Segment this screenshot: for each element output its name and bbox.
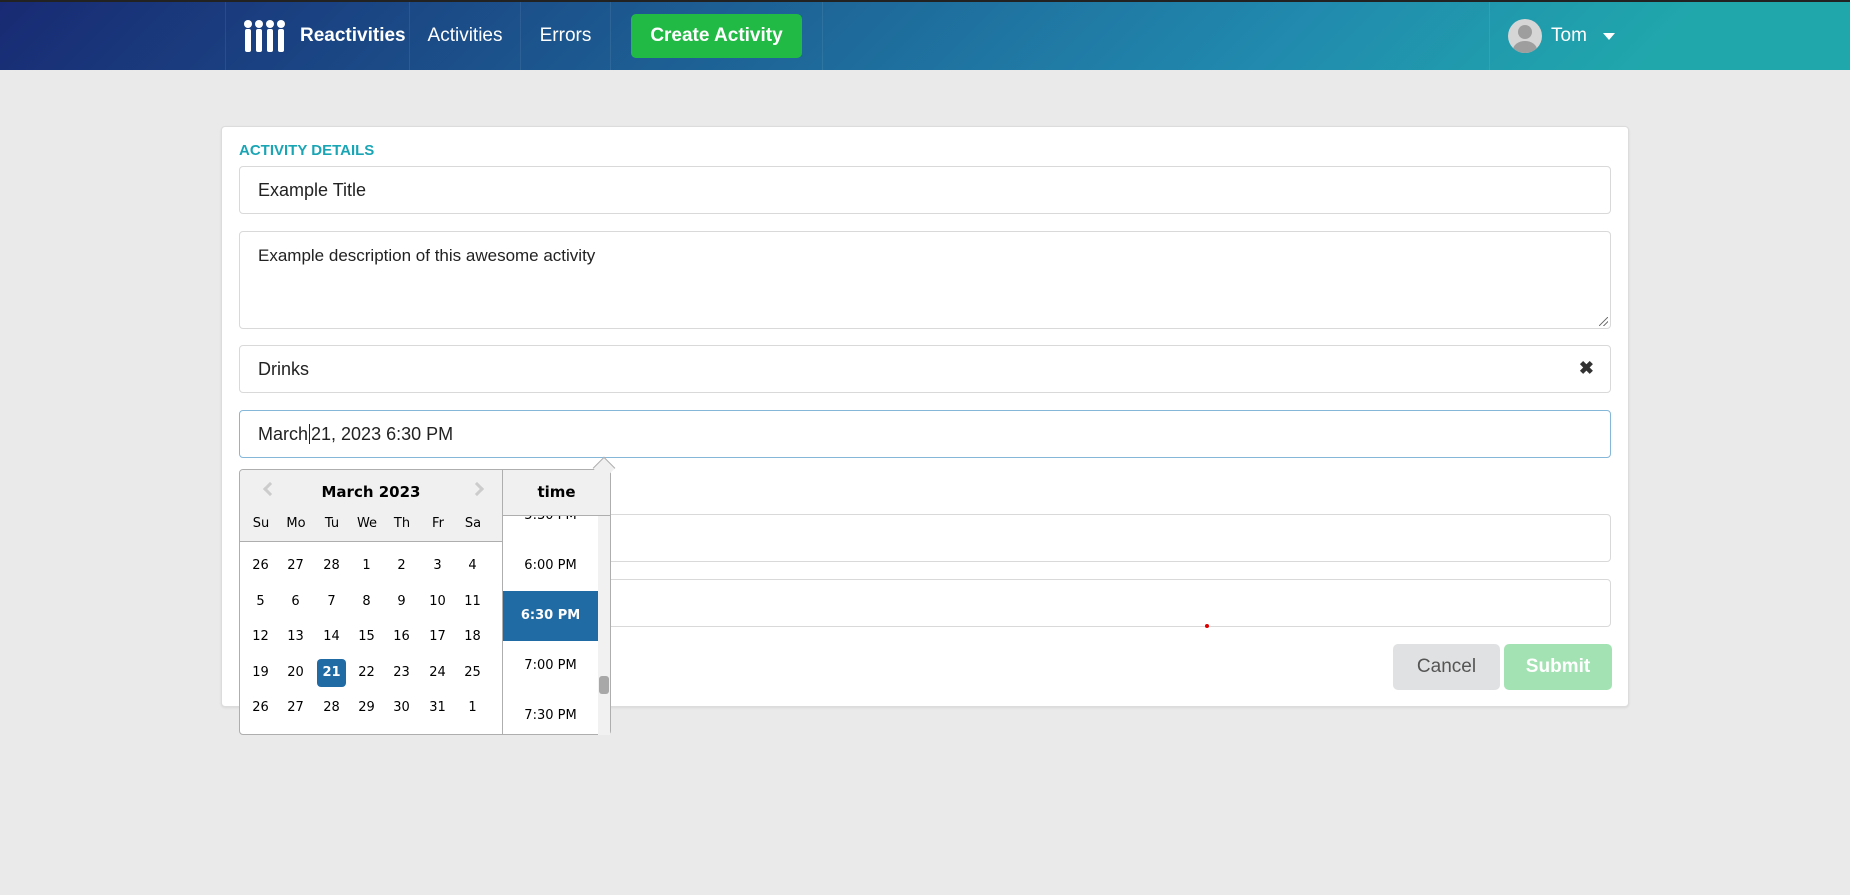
date-text-end: 21, 2023 6:30 PM [311, 423, 454, 444]
user-name: Tom [1551, 25, 1587, 46]
time-option[interactable]: 7:30 PM [503, 691, 598, 735]
calendar-day[interactable]: 13 [281, 623, 310, 651]
calendar-day[interactable]: 14 [317, 623, 346, 651]
calendar-day-selected[interactable]: 21 [317, 659, 346, 687]
brand-name: Reactivities [300, 25, 406, 46]
calendar-day[interactable]: 10 [423, 588, 452, 616]
clear-icon[interactable]: ✖ [1579, 358, 1594, 379]
top-navbar: Reactivities Activities Errors Create Ac… [0, 0, 1850, 70]
avatar [1508, 19, 1542, 53]
time-option[interactable]: 7:00 PM [503, 641, 598, 691]
calendar-day[interactable]: 25 [458, 659, 487, 687]
time-option[interactable]: 5:30 PM [503, 516, 598, 541]
calendar-day[interactable]: 28 [317, 694, 346, 722]
weekday-label: Th [393, 516, 411, 531]
calendar-day[interactable]: 8 [352, 588, 381, 616]
weekday-label: Fr [432, 516, 444, 531]
calendar-day[interactable]: 26 [246, 694, 275, 722]
calendar-day[interactable]: 11 [458, 588, 487, 616]
date-text-start: March [258, 423, 309, 444]
calendar-day[interactable]: 1 [352, 552, 381, 580]
calendar-day[interactable]: 17 [423, 623, 452, 651]
calendar-day[interactable]: 16 [387, 623, 416, 651]
calendar-day[interactable]: 29 [352, 694, 381, 722]
category-value: Drinks [258, 358, 310, 379]
time-option-selected[interactable]: 6:30 PM [503, 591, 598, 641]
month-title: March 2023 [321, 483, 421, 501]
category-select[interactable]: Drinks ✖ [239, 345, 1611, 393]
cancel-button[interactable]: Cancel [1393, 644, 1500, 690]
date-input[interactable]: March 21, 2023 6:30 PM [239, 410, 1611, 458]
description-textarea[interactable]: Example description of this awesome acti… [239, 231, 1611, 329]
calendar-header: March 2023 Su Mo Tu We Th Fr Sa [240, 470, 502, 542]
brand-link[interactable]: Reactivities [225, 2, 410, 70]
calendar-day[interactable]: 23 [387, 659, 416, 687]
calendar-day[interactable]: 4 [458, 552, 487, 580]
people-logo-icon [244, 20, 285, 52]
weekday-label: Tu [324, 516, 340, 531]
calendar-day[interactable]: 27 [281, 694, 310, 722]
weekday-label: Sa [464, 516, 482, 531]
calendar-day[interactable]: 18 [458, 623, 487, 651]
time-list: 7:30 PM7:00 PM6:30 PM6:00 PM5:30 PM [503, 516, 610, 735]
title-input[interactable]: Example Title [239, 166, 1611, 214]
resize-handle-icon[interactable] [1599, 317, 1608, 326]
red-dot-marker [1205, 624, 1209, 628]
calendar-day[interactable]: 31 [423, 694, 452, 722]
calendar-day[interactable]: 1 [458, 694, 487, 722]
scrollbar-thumb[interactable] [599, 676, 609, 694]
text-cursor [309, 424, 311, 444]
time-column: time 7:30 PM7:00 PM6:30 PM6:00 PM5:30 PM [503, 470, 610, 735]
calendar-day[interactable]: 2 [387, 552, 416, 580]
time-scrollbar[interactable] [598, 516, 610, 735]
nav-create-wrapper: Create Activity [611, 2, 823, 70]
submit-button[interactable]: Submit [1504, 644, 1612, 690]
calendar-day[interactable]: 6 [281, 588, 310, 616]
section-header: ACTIVITY DETAILS [239, 142, 375, 159]
calendar-month: March 2023 Su Mo Tu We Th Fr Sa 26 27 28 1 2 3 4 5 6 7 8… [240, 470, 503, 735]
calendar-day[interactable]: 15 [352, 623, 381, 651]
calendar-day[interactable]: 28 [317, 552, 346, 580]
description-text: Example description of this awesome acti… [258, 246, 596, 265]
create-activity-button[interactable]: Create Activity [631, 14, 802, 58]
nav-activities[interactable]: Activities [410, 2, 521, 70]
calendar-day[interactable]: 5 [246, 588, 275, 616]
user-menu[interactable]: Tom [1489, 2, 1620, 70]
calendar-day[interactable]: 27 [281, 552, 310, 580]
calendar-day[interactable]: 3 [423, 552, 452, 580]
dropdown-caret-icon [1602, 32, 1615, 40]
calendar-day[interactable]: 19 [246, 659, 275, 687]
calendar-day[interactable]: 24 [423, 659, 452, 687]
calendar-day[interactable]: 9 [387, 588, 416, 616]
calendar-day[interactable]: 12 [246, 623, 275, 651]
weekday-label: Mo [286, 516, 306, 531]
weekday-label: We [356, 516, 378, 531]
calendar-day[interactable]: 30 [387, 694, 416, 722]
datepicker-popup: March 2023 Su Mo Tu We Th Fr Sa 26 27 28 1 2 3 4 5 6 7 8… [239, 456, 616, 735]
calendar-day[interactable]: 22 [352, 659, 381, 687]
time-option[interactable]: 6:00 PM [503, 541, 598, 591]
calendar-day[interactable]: 26 [246, 552, 275, 580]
calendar-day[interactable]: 20 [281, 659, 310, 687]
calendar-day[interactable]: 7 [317, 588, 346, 616]
weekday-label: Su [252, 516, 270, 531]
nav-errors[interactable]: Errors [521, 2, 611, 70]
time-header: time [503, 470, 610, 516]
